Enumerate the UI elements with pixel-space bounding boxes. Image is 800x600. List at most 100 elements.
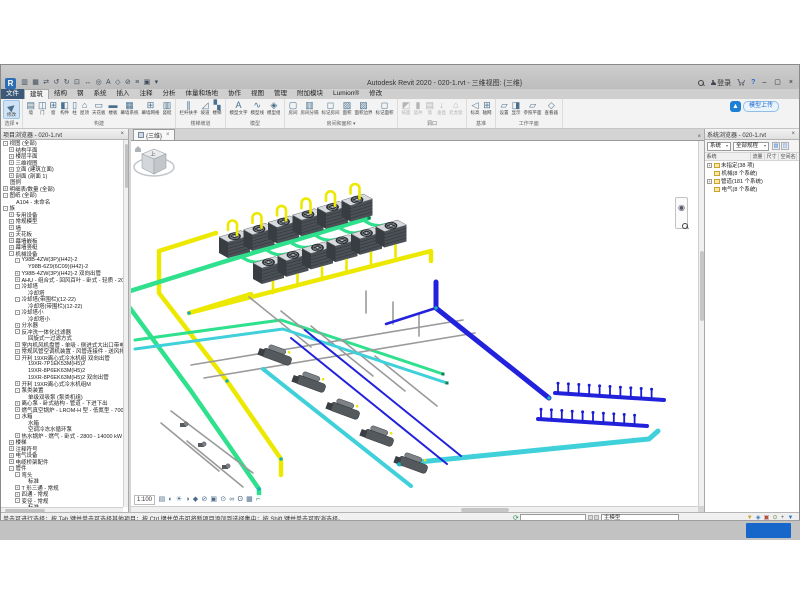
tree-item[interactable]: +AHU - 组合式 - 回风百叶 - 卧式 - 轻质 - 2000 - 30 xyxy=(1,277,123,284)
ribbon-tab-11[interactable]: 管理 xyxy=(269,89,292,99)
tree-expander-icon[interactable]: + xyxy=(9,167,14,172)
ribbon-tab-3[interactable]: 钢 xyxy=(72,89,89,99)
system-browser-row[interactable]: +管道(181 个系统) xyxy=(705,177,799,185)
ribbon-tool[interactable]: ⊞幕墙网格 xyxy=(140,100,161,115)
model-upload-label[interactable]: 模型上传 xyxy=(743,101,779,112)
qat-print-icon[interactable]: ⊡ xyxy=(72,78,82,88)
tree-expander-icon[interactable]: + xyxy=(15,485,20,490)
navigation-bar[interactable]: ◉ xyxy=(675,197,688,229)
ribbon-tool[interactable]: ◈模型组 xyxy=(266,100,283,115)
show-constraints-icon[interactable]: ⌐ xyxy=(254,495,261,504)
ribbon-panel-label[interactable]: 构建 xyxy=(25,121,173,128)
ribbon-panel-label[interactable]: 楼梯坡道 xyxy=(178,121,223,128)
sign-in-button[interactable]: 登录 xyxy=(710,78,731,88)
ribbon-tool[interactable]: ▥房间分隔 xyxy=(299,100,320,115)
system-browser-header[interactable]: 系统浏览器 - 020-1.rvt × xyxy=(705,129,799,140)
ribbon-tab-2[interactable]: 结构 xyxy=(49,89,72,99)
system-browser-autofit-icon[interactable]: ▥ xyxy=(772,142,780,150)
app-store-icon[interactable] xyxy=(737,79,745,86)
qat-open-icon[interactable]: ▥ xyxy=(19,78,30,88)
tree-expander-icon[interactable]: + xyxy=(15,492,20,497)
qat-switch-windows-icon[interactable]: ▣ xyxy=(141,78,152,88)
tree-expander-icon[interactable]: - xyxy=(9,466,14,471)
qat-thin-lines-icon[interactable]: ≡ xyxy=(133,78,141,88)
ribbon-tool[interactable]: ◿坡道 xyxy=(199,100,211,115)
system-browser-discipline-dropdown[interactable]: 全部规程▾ xyxy=(733,142,769,151)
tree-expander-icon[interactable]: + xyxy=(15,323,20,328)
tree-expander-icon[interactable]: - xyxy=(15,355,20,360)
tree-expander-icon[interactable]: + xyxy=(9,245,14,250)
ribbon-tool[interactable]: ∥栏杆扶手 xyxy=(178,100,199,115)
visual-style-icon[interactable]: ◐ xyxy=(167,495,174,504)
tree-expander-icon[interactable]: - xyxy=(15,388,20,393)
ribbon-tool[interactable]: ↓垂直 xyxy=(436,100,448,115)
ribbon-tool[interactable]: ∿模型线 xyxy=(249,100,266,115)
show-crop-region-icon[interactable]: ▣ xyxy=(209,495,219,504)
tree-expander-icon[interactable]: - xyxy=(15,284,20,289)
ribbon-tool[interactable]: A模型文字 xyxy=(228,100,249,115)
qat-tag-icon[interactable]: ◎ xyxy=(93,78,103,88)
tree-expander-icon[interactable]: + xyxy=(707,179,712,184)
ribbon-tab-13[interactable]: Lumion® xyxy=(328,89,364,99)
crop-view-icon[interactable]: ⊘ xyxy=(200,495,209,504)
ribbon-tab-1[interactable]: 建筑 xyxy=(24,89,49,99)
ribbon-tool[interactable]: ▨面积 xyxy=(341,100,353,115)
render-icon[interactable]: ◆ xyxy=(191,495,200,504)
tree-expander-icon[interactable]: - xyxy=(15,472,20,477)
tree-item[interactable]: +燃气真空锅炉 - LROM-H 型 - 低氮型 - 700-175-CN xyxy=(1,407,123,414)
search-icon[interactable] xyxy=(698,80,704,86)
ribbon-tool[interactable]: ▢房间 xyxy=(287,100,299,115)
ribbon-panel-label[interactable]: 选择 ▾ xyxy=(3,121,20,128)
tree-expander-icon[interactable]: + xyxy=(9,160,14,165)
temporary-view-properties-icon[interactable]: ▦ xyxy=(244,495,254,504)
ribbon-tool[interactable]: ◫门 xyxy=(37,100,49,115)
tree-expander-icon[interactable]: + xyxy=(9,446,14,451)
ribbon-tool[interactable]: ▱设置 xyxy=(498,100,510,115)
ribbon-tab-file[interactable]: 文件 xyxy=(1,89,24,99)
ribbon-panel-label[interactable]: 房间和面积 ▾ xyxy=(287,121,395,128)
ribbon-tool[interactable]: ▤墙 xyxy=(25,100,37,115)
tree-expander-icon[interactable]: - xyxy=(15,310,20,315)
ribbon-tool[interactable]: ⌂屋顶 xyxy=(79,100,91,115)
system-browser-column-header[interactable]: 流量 xyxy=(751,153,765,160)
ribbon-tab-12[interactable]: 附加模块 xyxy=(292,89,328,99)
ribbon-tool[interactable]: ◇查看器 xyxy=(543,100,560,115)
system-browser-column-header[interactable]: 空间名称 xyxy=(779,153,797,160)
scale-button[interactable]: 1:100 xyxy=(134,495,155,505)
project-browser-vscrollbar[interactable] xyxy=(123,140,128,507)
tree-expander-icon[interactable]: + xyxy=(15,407,20,412)
qat-customize-icon[interactable]: ▾ xyxy=(152,78,160,88)
tree-expander-icon[interactable]: + xyxy=(15,381,20,386)
chiller-unit[interactable] xyxy=(359,422,396,447)
qat-redo-icon[interactable]: ↻ xyxy=(62,78,72,88)
tree-expander-icon[interactable]: + xyxy=(15,271,20,276)
tree-expander-icon[interactable]: - xyxy=(15,297,20,302)
qat-save-icon[interactable]: ▦ xyxy=(30,78,41,88)
taskbar-highlight[interactable] xyxy=(746,523,791,538)
project-browser-header[interactable]: 项目浏览器 - 020-1.rvt × xyxy=(1,129,128,140)
tree-expander-icon[interactable]: + xyxy=(15,349,20,354)
ribbon-tool[interactable]: ◁标高 xyxy=(469,100,481,115)
ribbon-tool[interactable]: ▧面积边界 xyxy=(353,100,374,115)
ribbon-tool[interactable]: ⊞轴网 xyxy=(481,100,493,115)
temporary-hide-isolate-icon[interactable]: ∞ xyxy=(228,495,236,504)
system-browser-row[interactable]: +未指定(38 项) xyxy=(705,161,799,169)
ribbon-tool[interactable]: ◩按面 xyxy=(400,100,412,115)
minimize-button[interactable]: – xyxy=(758,77,770,88)
chiller-unit[interactable] xyxy=(291,368,328,393)
model-viewport[interactable]: 上 ◉ 1:100 ▤◐☀◑◆⊘▣⊙∞ʘ▦⌐ xyxy=(131,141,698,506)
ribbon-tool[interactable]: ▯柱 xyxy=(71,100,79,115)
ribbon-tool[interactable]: ⌂老虎窗 xyxy=(448,100,465,115)
tree-expander-icon[interactable]: + xyxy=(9,238,14,243)
tree-expander-icon[interactable]: + xyxy=(9,154,14,159)
detail-level-icon[interactable]: ▤ xyxy=(157,495,167,504)
tree-expander-icon[interactable]: - xyxy=(15,329,20,334)
ribbon-tab-5[interactable]: 插入 xyxy=(112,89,135,99)
tree-expander-icon[interactable]: - xyxy=(15,258,20,263)
ribbon-tab-9[interactable]: 协作 xyxy=(223,89,246,99)
ribbon-tab-4[interactable]: 系统 xyxy=(89,89,112,99)
reveal-hidden-elements-icon[interactable]: ʘ xyxy=(236,495,245,504)
model-upload-plugin[interactable]: ▲ 模型上传 xyxy=(730,101,779,112)
system-browser-column-header[interactable]: 系统 xyxy=(705,153,751,160)
ribbon-panel-label[interactable]: 基准 xyxy=(469,121,493,128)
